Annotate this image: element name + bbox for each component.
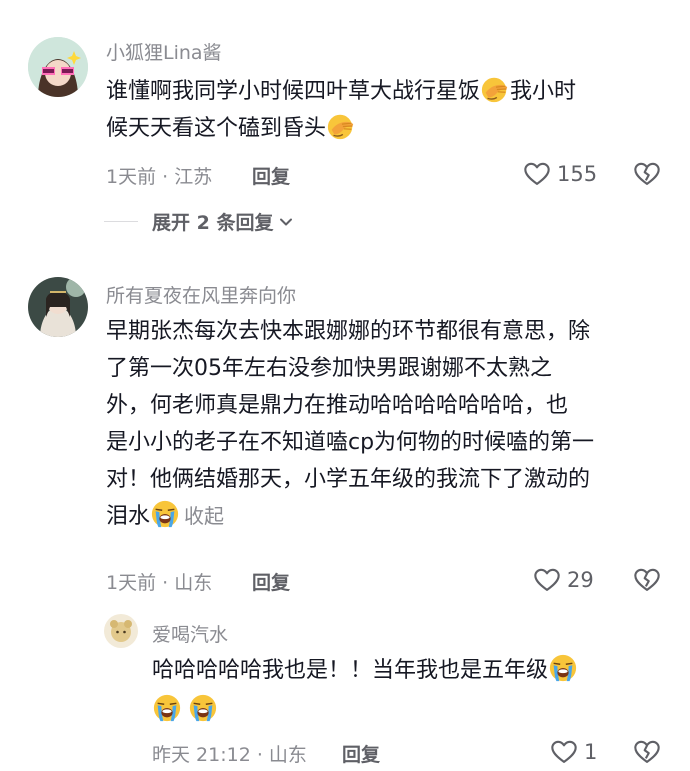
comment-text-line: 我小时 bbox=[510, 79, 577, 104]
username[interactable]: 小狐狸Lina酱 bbox=[106, 38, 222, 65]
loudly-crying-emoji-icon bbox=[150, 499, 180, 529]
expand-replies-label: 展开 2 条回复 bbox=[152, 212, 274, 234]
like-button[interactable]: 155 bbox=[523, 160, 597, 188]
broken-heart-icon bbox=[633, 160, 661, 188]
broken-heart-icon bbox=[633, 566, 661, 594]
comment-text-line: 外，何老师真是鼎力在推动哈哈哈哈哈哈哈，也 bbox=[106, 393, 569, 418]
comment-text-line: 是小小的老子在不知道嗑cp为何物的时候嗑的第一 bbox=[106, 430, 595, 455]
avatar[interactable] bbox=[28, 277, 88, 337]
broken-heart-icon bbox=[633, 738, 661, 766]
comment-text: 哈哈哈哈哈我也是！！当年我也是五年级 bbox=[152, 652, 578, 729]
heart-outline-icon bbox=[523, 160, 551, 188]
comment-time-location: 1天前 · 江苏 bbox=[106, 166, 213, 188]
like-button[interactable]: 1 bbox=[550, 738, 597, 766]
like-button[interactable]: 29 bbox=[533, 566, 594, 594]
avatar[interactable] bbox=[104, 614, 138, 648]
collapse-button[interactable]: 收起 bbox=[184, 504, 224, 528]
loudly-crying-emoji-icon bbox=[152, 693, 182, 723]
like-count: 1 bbox=[584, 740, 598, 764]
like-count: 155 bbox=[557, 162, 598, 186]
facepalm-emoji-icon bbox=[480, 74, 510, 104]
divider-line bbox=[104, 221, 138, 222]
loudly-crying-emoji-icon bbox=[188, 693, 218, 723]
comment-text-line: 早期张杰每次去快本跟娜娜的环节都很有意思，除 bbox=[106, 319, 591, 344]
username[interactable]: 爱喝汽水 bbox=[152, 620, 228, 647]
username[interactable]: 所有夏夜在风里奔向你 bbox=[106, 281, 296, 308]
comment-time-location: 昨天 21:12 · 山东 bbox=[152, 744, 307, 766]
comment-text: 谁懂啊我同学小时候四叶草大战行星饭 我小时 候天天看这个磕到昏头 bbox=[106, 73, 576, 147]
like-count: 29 bbox=[567, 568, 594, 592]
loudly-crying-emoji-icon bbox=[548, 653, 578, 683]
comment-text-line: 对！他俩结婚那天，小学五年级的我流下了激动的 bbox=[106, 467, 591, 492]
reply-button[interactable]: 回复 bbox=[252, 568, 290, 595]
heart-outline-icon bbox=[550, 738, 578, 766]
comment-text-line: 哈哈哈哈哈我也是！！当年我也是五年级 bbox=[152, 658, 549, 683]
dislike-button[interactable] bbox=[633, 566, 661, 598]
comment-text-line: 谁懂啊我同学小时候四叶草大战行星饭 bbox=[106, 79, 481, 104]
expand-replies-button[interactable]: 展开 2 条回复 bbox=[104, 208, 295, 235]
dislike-button[interactable] bbox=[633, 738, 661, 770]
comment-text-line: 了第一次05年左右没参加快男跟谢娜不太熟之 bbox=[106, 356, 552, 381]
comment-time-location: 1天前 · 山东 bbox=[106, 572, 213, 594]
avatar[interactable] bbox=[28, 37, 88, 97]
reply-button[interactable]: 回复 bbox=[342, 740, 380, 767]
facepalm-emoji-icon bbox=[326, 111, 356, 141]
comment-text-line: 候天天看这个磕到昏头 bbox=[106, 116, 327, 141]
heart-outline-icon bbox=[533, 566, 561, 594]
comment-text: 早期张杰每次去快本跟娜娜的环节都很有意思，除 了第一次05年左右没参加快男跟谢娜… bbox=[106, 313, 594, 535]
dislike-button[interactable] bbox=[633, 160, 661, 192]
chevron-down-icon bbox=[280, 218, 293, 225]
reply-button[interactable]: 回复 bbox=[252, 162, 290, 189]
comment-text-line: 泪水 bbox=[106, 504, 151, 529]
